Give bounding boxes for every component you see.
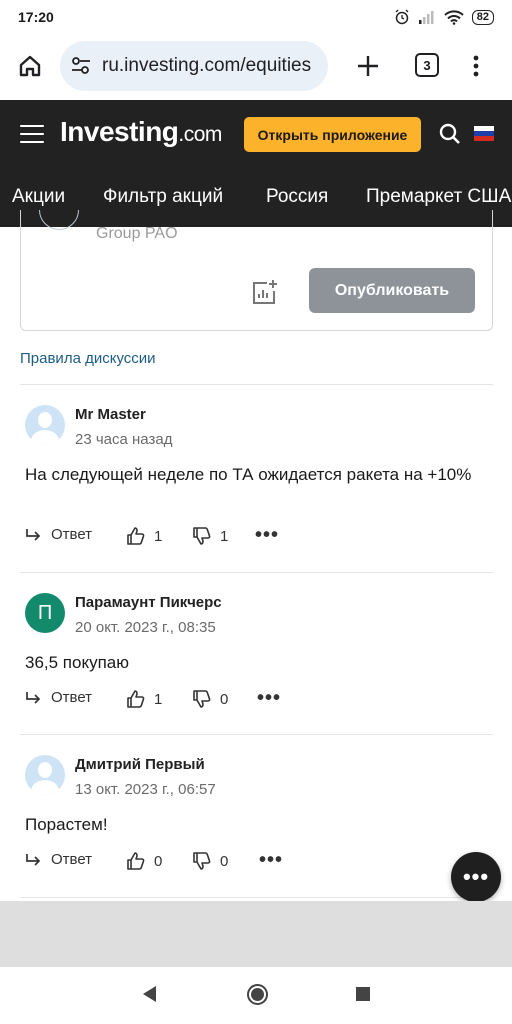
address-bar[interactable]: ru.investing.com/equities bbox=[60, 41, 328, 91]
tab-russia[interactable]: Россия bbox=[266, 186, 328, 208]
tab-premarket-us[interactable]: Премаркет США bbox=[366, 186, 511, 208]
like-count: 0 bbox=[154, 852, 163, 870]
new-tab-button[interactable] bbox=[352, 50, 384, 82]
home-button[interactable] bbox=[14, 50, 46, 82]
comment-time: 23 часа назад bbox=[75, 431, 173, 448]
open-app-button[interactable]: Открыть приложение bbox=[244, 117, 421, 152]
comment-text: На следующей неделе по ТА ожидается раке… bbox=[25, 465, 472, 484]
user-avatar[interactable]: П bbox=[25, 593, 65, 633]
comment-author[interactable]: Дмитрий Первый bbox=[75, 756, 205, 773]
like-button[interactable]: 1 bbox=[126, 689, 162, 709]
comment-text: Порастем! bbox=[25, 815, 108, 834]
browser-menu-button[interactable] bbox=[466, 50, 486, 82]
site-settings-icon[interactable] bbox=[70, 55, 92, 77]
floating-more-button[interactable]: ••• bbox=[451, 852, 501, 902]
dislike-count: 0 bbox=[220, 690, 229, 708]
signal-icon bbox=[418, 11, 434, 24]
thumbs-down-icon bbox=[193, 852, 211, 870]
divider bbox=[20, 384, 493, 385]
like-button[interactable]: 0 bbox=[126, 851, 162, 871]
hamburger-menu-icon[interactable] bbox=[20, 125, 44, 143]
more-options-icon[interactable]: ••• bbox=[255, 525, 279, 545]
wifi-icon bbox=[444, 9, 464, 25]
comment-actions: Ответ 1 0 ••• bbox=[25, 688, 485, 713]
ad-placeholder bbox=[0, 901, 512, 967]
browser-toolbar: ru.investing.com/equities 3 bbox=[0, 34, 512, 100]
dislike-button[interactable]: 1 bbox=[192, 526, 228, 546]
reply-button[interactable]: Ответ bbox=[25, 851, 92, 868]
comment-author[interactable]: Mr Master bbox=[75, 406, 146, 423]
more-horizontal-icon: ••• bbox=[462, 864, 490, 889]
tab-switcher-button[interactable]: 3 bbox=[415, 53, 439, 77]
url-text[interactable]: ru.investing.com/equities bbox=[102, 55, 311, 77]
home-icon bbox=[19, 55, 41, 77]
like-button[interactable]: 1 bbox=[126, 526, 162, 546]
reply-icon bbox=[26, 528, 41, 541]
investing-logo[interactable]: Investing.com bbox=[60, 116, 222, 148]
comment-time: 20 окт. 2023 г., 08:35 bbox=[75, 619, 216, 636]
add-chart-icon[interactable] bbox=[249, 278, 279, 308]
company-name-fragment: Group PAO bbox=[96, 225, 178, 242]
comment-author[interactable]: Парамаунт Пикчерс bbox=[75, 594, 222, 611]
reply-button[interactable]: Ответ bbox=[25, 526, 92, 543]
dislike-count: 0 bbox=[220, 852, 229, 870]
system-navigation-bar bbox=[0, 967, 512, 1024]
discussion-rules-link[interactable]: Правила дискуссии bbox=[20, 350, 156, 367]
publish-button[interactable]: Опубликовать bbox=[309, 268, 475, 313]
comment-compose-box: Group PAO Опубликовать bbox=[20, 210, 493, 331]
thumbs-up-icon bbox=[127, 690, 145, 708]
russian-flag-icon[interactable] bbox=[474, 126, 494, 141]
battery-indicator: 82 bbox=[471, 9, 494, 25]
thumbs-up-icon bbox=[127, 527, 145, 545]
tab-stock-screener[interactable]: Фильтр акций bbox=[103, 186, 223, 208]
like-count: 1 bbox=[154, 690, 163, 708]
reply-icon bbox=[26, 691, 41, 704]
divider bbox=[20, 897, 493, 898]
reply-button[interactable]: Ответ bbox=[25, 689, 92, 706]
recent-apps-icon[interactable] bbox=[356, 987, 370, 1001]
site-header: Investing.com Открыть приложение bbox=[0, 100, 512, 168]
user-avatar[interactable] bbox=[25, 755, 65, 795]
dislike-count: 1 bbox=[220, 527, 229, 545]
alarm-icon bbox=[395, 9, 409, 25]
comment-text: 36,5 покупаю bbox=[25, 653, 130, 672]
user-avatar[interactable] bbox=[25, 405, 65, 445]
divider bbox=[20, 734, 493, 735]
thumbs-down-icon bbox=[193, 527, 211, 545]
more-options-icon[interactable]: ••• bbox=[257, 688, 281, 708]
thumbs-up-icon bbox=[127, 852, 145, 870]
home-circle-icon[interactable] bbox=[247, 984, 268, 1005]
thumbs-down-icon bbox=[193, 690, 211, 708]
more-vertical-icon bbox=[473, 55, 479, 77]
plus-icon bbox=[358, 56, 378, 76]
status-time: 17:20 bbox=[18, 9, 54, 25]
reply-icon bbox=[26, 853, 41, 866]
comment-actions: Ответ 0 0 ••• bbox=[25, 850, 485, 875]
company-avatar bbox=[39, 210, 79, 230]
tab-stocks[interactable]: Акции bbox=[12, 186, 65, 208]
like-count: 1 bbox=[154, 527, 163, 545]
comment-time: 13 окт. 2023 г., 06:57 bbox=[75, 781, 216, 798]
dislike-button[interactable]: 0 bbox=[192, 851, 228, 871]
more-options-icon[interactable]: ••• bbox=[259, 850, 283, 870]
search-icon[interactable] bbox=[438, 122, 462, 146]
status-icons: 82 bbox=[394, 9, 494, 25]
divider bbox=[20, 572, 493, 573]
status-bar: 17:20 82 bbox=[0, 0, 512, 34]
back-icon[interactable] bbox=[143, 986, 156, 1002]
dislike-button[interactable]: 0 bbox=[192, 689, 228, 709]
comment-actions: Ответ 1 1 ••• bbox=[25, 525, 485, 550]
